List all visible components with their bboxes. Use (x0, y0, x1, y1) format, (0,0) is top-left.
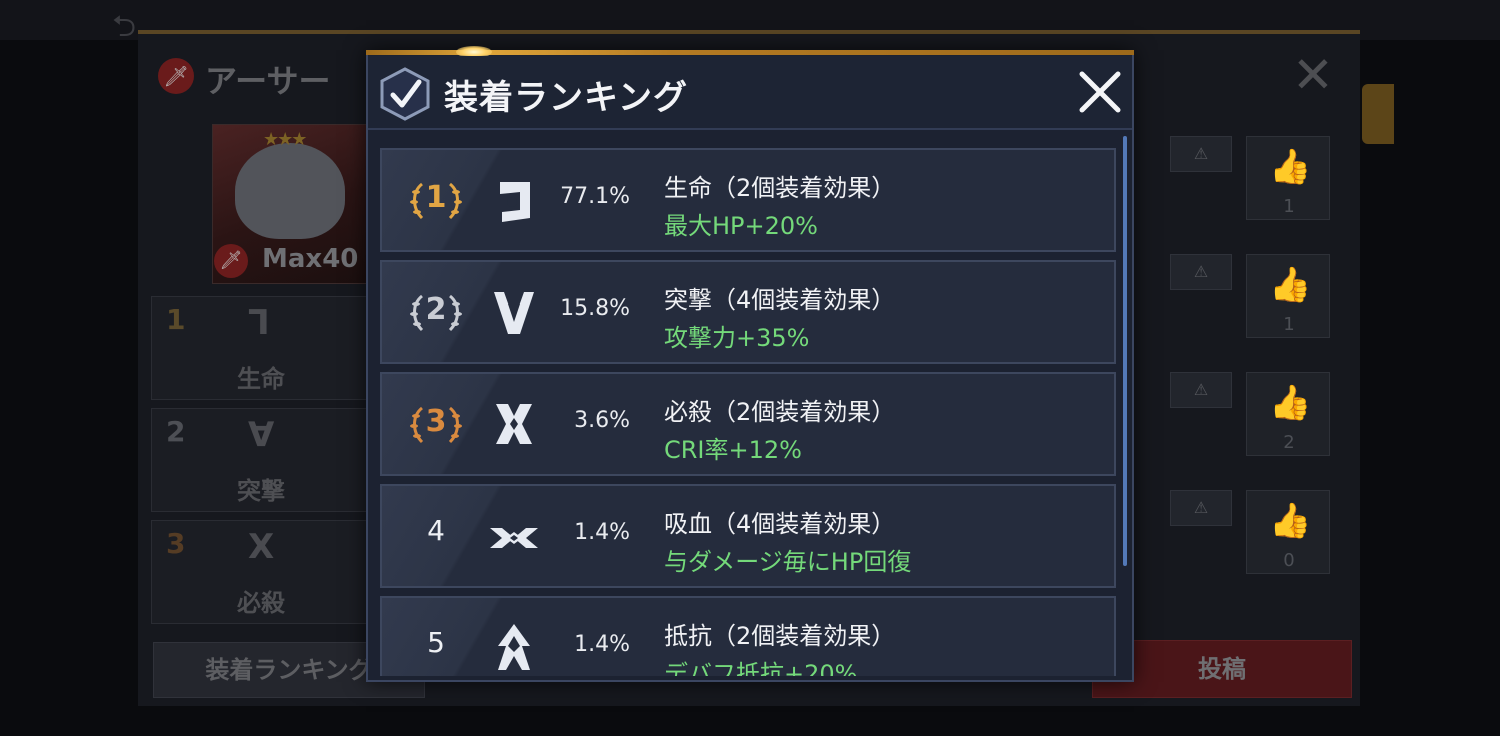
rank-name: 生命 (237, 365, 285, 393)
thumbs-up-icon: 👍 (1269, 501, 1312, 541)
set-name: 突撃（4個装着効果） (664, 286, 896, 314)
ranking-list: 1 77.1% 生命（2個装着効果） 最大HP+20% 2 15.8% 突撃（4… (380, 148, 1116, 676)
silver-medal-badge: 2 (404, 288, 468, 338)
rank-number: 1 (425, 180, 447, 215)
thumbs-up-icon: 👍 (1269, 147, 1312, 187)
ranking-row[interactable]: 3 3.6% 必殺（2個装着効果） CRI率+12% (380, 372, 1116, 476)
bg-rank-item: 2 ∀ 15 突撃 (151, 408, 418, 512)
comment-item: ⚠ 👍 0 (1134, 490, 1340, 588)
ranking-row[interactable]: 5 1.4% 抵抗（2個装着効果） デバフ抵抗+20% (380, 596, 1116, 676)
life-set-icon: Ꞁ (248, 303, 270, 343)
game-screen: ⮌ 🗡 アーサー ✕ ★★★ 🗡 Max40 1 Ꞁ 77 生命 2 ∀ 15 … (0, 0, 1500, 736)
set-name: 必殺（2個装着効果） (664, 398, 896, 426)
ranking-row[interactable]: 2 15.8% 突撃（4個装着効果） 攻撃力+35% (380, 260, 1116, 364)
set-effect: 与ダメージ毎にHP回復 (664, 548, 912, 576)
hero-hair (235, 143, 345, 239)
usage-percent: 77.1% (560, 184, 630, 209)
bg-rank-item: 3 X 3 必殺 (151, 520, 418, 624)
usage-percent: 1.4% (574, 632, 630, 657)
set-effect: CRI率+12% (664, 436, 802, 464)
report-icon[interactable]: ⚠ (1170, 254, 1232, 290)
report-icon[interactable]: ⚠ (1170, 490, 1232, 526)
like-button[interactable]: 👍 1 (1246, 136, 1330, 220)
rank-name: 必殺 (237, 589, 285, 617)
comment-item: ⚠ 👍 1 (1134, 254, 1340, 352)
like-button[interactable]: 👍 2 (1246, 372, 1330, 456)
life-set-icon (500, 182, 530, 222)
resist-set-icon (498, 624, 530, 670)
hero-name: アーサー (205, 62, 331, 100)
bronze-medal-badge: 3 (404, 400, 468, 450)
usage-percent: 3.6% (574, 408, 630, 433)
like-count: 2 (1283, 432, 1295, 453)
list-scrollbar[interactable] (1123, 136, 1127, 566)
set-name: 抵抗（2個装着効果） (664, 622, 896, 650)
bg-rank-item: 1 Ꞁ 77 生命 (151, 296, 418, 400)
ranking-row[interactable]: 1 77.1% 生命（2個装着効果） 最大HP+20% (380, 148, 1116, 252)
like-button[interactable]: 👍 1 (1246, 254, 1330, 338)
modal-header: 装着ランキング (368, 56, 1132, 130)
report-icon[interactable]: ⚠ (1170, 372, 1232, 408)
like-count: 0 (1283, 550, 1295, 571)
set-name: 吸血（4個装着効果） (664, 510, 896, 538)
rank-number: 4 (427, 514, 445, 547)
usage-percent: 1.4% (574, 520, 630, 545)
like-count: 1 (1283, 314, 1295, 335)
like-count: 1 (1283, 196, 1295, 217)
rank-number: 1 (166, 303, 186, 336)
star-rating-icon: ★★★ (263, 129, 307, 150)
close-icon[interactable] (1072, 64, 1128, 120)
set-effect: 攻撃力+35% (664, 324, 810, 352)
thumbs-up-icon: 👍 (1269, 383, 1312, 423)
set-effect: 最大HP+20% (664, 212, 818, 240)
report-icon[interactable]: ⚠ (1170, 136, 1232, 172)
rank-number: 3 (425, 404, 447, 439)
gold-medal-badge: 1 (404, 176, 468, 226)
check-badge-icon (380, 67, 430, 121)
rank-number: 5 (427, 626, 445, 659)
side-tab[interactable] (1362, 84, 1394, 144)
set-effect: デバフ抵抗+20% (664, 660, 858, 676)
comment-item: ⚠ 👍 2 (1134, 372, 1340, 470)
comment-item: ⚠ 👍 1 (1134, 136, 1340, 234)
set-name: 生命（2個装着効果） (664, 174, 896, 202)
sword-icon: 🗡 (214, 244, 248, 278)
ranking-row[interactable]: 4 1.4% 吸血（4個装着効果） 与ダメージ毎にHP回復 (380, 484, 1116, 588)
like-button[interactable]: 👍 0 (1246, 490, 1330, 574)
rank-number: 2 (166, 415, 186, 448)
level-label: Max40 (262, 244, 359, 274)
rank-number: 3 (166, 527, 186, 560)
back-arrow-icon[interactable]: ⮌ (112, 4, 136, 55)
assault-set-icon: ∀ (248, 415, 275, 455)
usage-percent: 15.8% (560, 296, 630, 321)
panel-close-icon[interactable]: ✕ (1292, 50, 1334, 100)
assault-set-icon (494, 292, 534, 334)
modal-title: 装着ランキング (444, 78, 688, 118)
critical-set-icon (496, 404, 532, 444)
critical-set-icon: X (248, 527, 275, 567)
vampire-set-icon (490, 528, 538, 548)
rank-name: 突撃 (237, 477, 285, 505)
thumbs-up-icon: 👍 (1269, 265, 1312, 305)
rank-number: 2 (425, 292, 447, 327)
sword-icon: 🗡 (158, 58, 194, 94)
ranking-modal: 装着ランキング 1 77.1% 生命（2個装着効果） 最大HP+20% 2 15… (366, 46, 1134, 682)
